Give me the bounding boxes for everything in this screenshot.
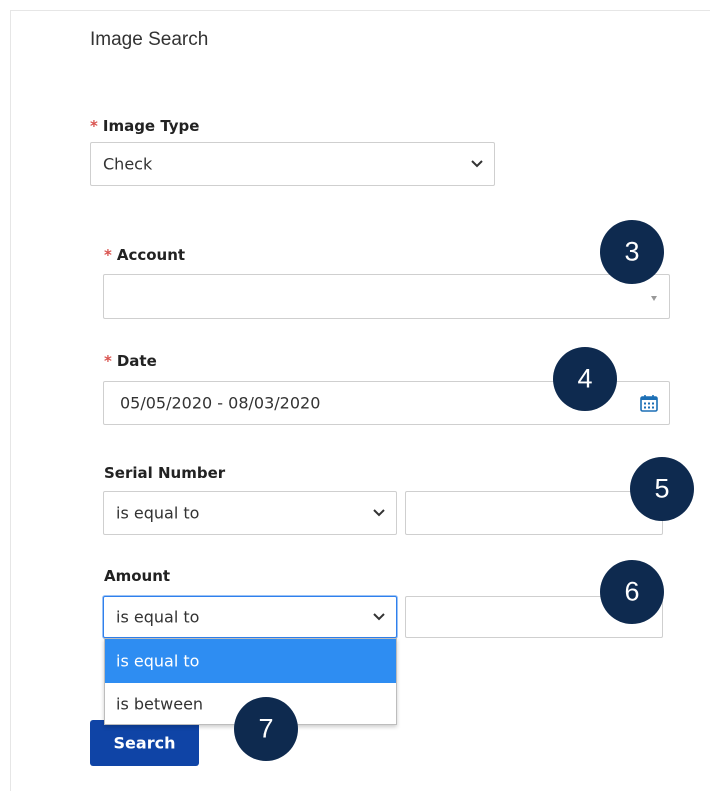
- serial-number-label: Serial Number: [104, 464, 226, 482]
- callout-badge-3: 3: [600, 220, 664, 284]
- amount-operator-value: is equal to: [116, 607, 200, 627]
- callout-badge-7: 7: [234, 697, 298, 761]
- chevron-down-icon: [373, 613, 385, 621]
- search-button[interactable]: Search: [90, 720, 199, 766]
- image-type-label: * Image Type: [90, 117, 199, 135]
- chevron-down-icon: [471, 160, 483, 168]
- serial-number-operator-select[interactable]: is equal to: [103, 491, 397, 535]
- date-label-text: Date: [116, 352, 157, 370]
- account-label: * Account: [104, 246, 185, 264]
- callout-badge-4: 4: [553, 347, 617, 411]
- callout-badge-6: 6: [600, 560, 664, 624]
- image-type-value: Check: [103, 154, 153, 174]
- date-label: * Date: [104, 352, 157, 370]
- search-button-label: Search: [113, 733, 176, 753]
- image-type-label-text: Image Type: [102, 117, 200, 135]
- calendar-icon[interactable]: [639, 393, 659, 413]
- required-marker: *: [90, 117, 98, 135]
- page-title: Image Search: [90, 29, 209, 50]
- callout-badge-5: 5: [630, 457, 694, 521]
- date-range-value: 05/05/2020 - 08/03/2020: [120, 393, 321, 413]
- required-marker: *: [104, 352, 112, 370]
- chevron-down-icon: [373, 509, 385, 517]
- serial-number-input[interactable]: [405, 491, 663, 535]
- serial-number-operator-value: is equal to: [116, 503, 200, 523]
- amount-operator-select[interactable]: is equal to: [103, 596, 397, 638]
- account-label-text: Account: [116, 246, 186, 264]
- amount-label: Amount: [104, 567, 171, 585]
- image-type-select[interactable]: Check: [90, 142, 495, 186]
- caret-down-icon: [651, 295, 657, 301]
- dropdown-option-is-equal-to[interactable]: is equal to: [105, 639, 396, 683]
- required-marker: *: [104, 246, 112, 264]
- account-select[interactable]: [103, 274, 670, 319]
